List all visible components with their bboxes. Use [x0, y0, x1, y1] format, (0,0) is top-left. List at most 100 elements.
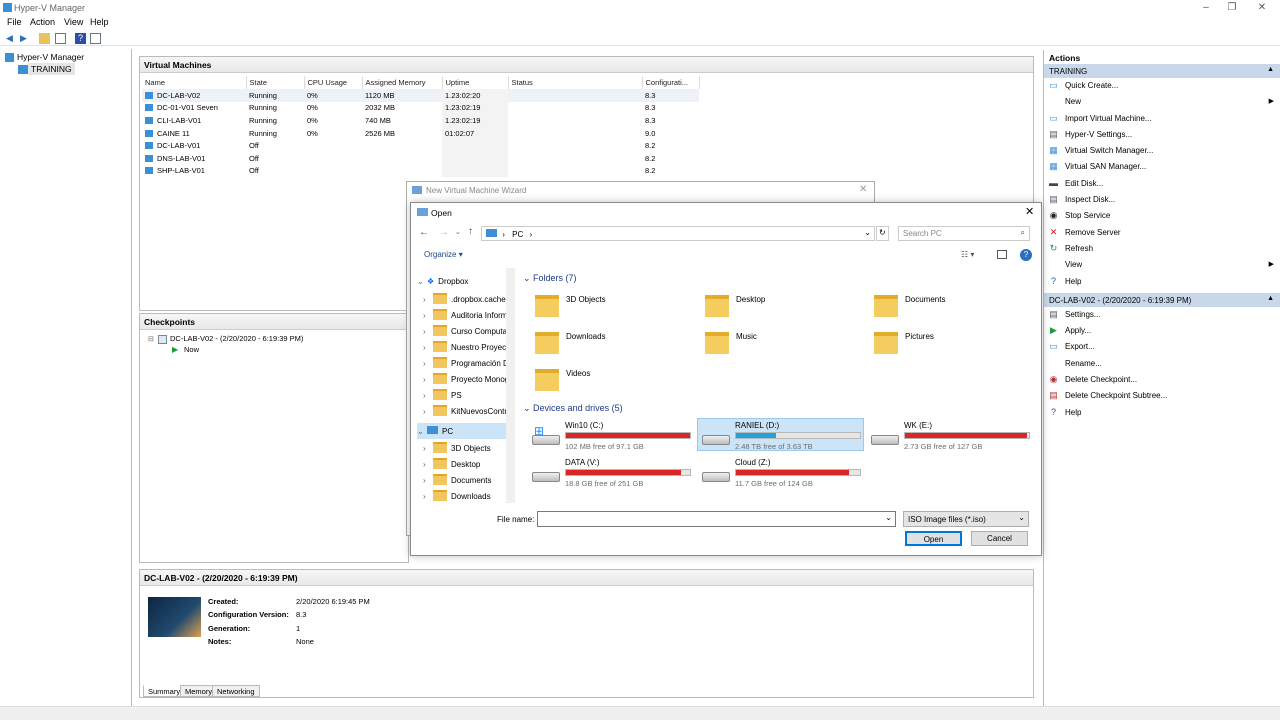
nav-root-item[interactable]: ⌄ PC — [417, 423, 507, 439]
checkpoint-now[interactable]: Now — [184, 345, 199, 354]
nav-item[interactable]: › Desktop — [423, 455, 515, 471]
close-icon[interactable]: ✕ — [1256, 2, 1268, 14]
action-item[interactable]: Rename... — [1044, 356, 1280, 372]
action-item[interactable]: ▤ Inspect Disk... — [1044, 192, 1280, 208]
recent-dropdown-icon[interactable]: ⌄ — [455, 228, 461, 236]
folder-item[interactable]: 3D Objects — [535, 292, 675, 322]
folder-item[interactable]: Pictures — [874, 329, 1014, 359]
nav-item[interactable]: › KitNuevosContri — [423, 402, 515, 418]
address-dropdown-icon[interactable]: ⌄ — [864, 228, 871, 237]
back-arrow-icon[interactable]: ← — [419, 227, 429, 238]
menu-view[interactable]: View — [64, 17, 83, 27]
chevron-right-icon[interactable]: › — [423, 295, 433, 304]
tree-root[interactable]: Hyper-V Manager — [17, 52, 84, 62]
collapse-arrow-icon[interactable]: ▲ — [1267, 295, 1274, 302]
column-header[interactable]: Configurati... — [642, 76, 700, 89]
menu-file[interactable]: File — [7, 17, 22, 27]
up-arrow-icon[interactable]: ↑ — [468, 226, 473, 237]
action-item[interactable]: ◉ Stop Service — [1044, 208, 1280, 224]
action-item[interactable]: ▭ Quick Create... — [1044, 78, 1280, 94]
drive-item[interactable]: ⊞ Win10 (C:) 102 MB free of 97.1 GB — [531, 421, 696, 453]
dialog-close-icon[interactable]: ✕ — [1025, 205, 1034, 218]
nav-item[interactable]: › Proyecto Monog — [423, 370, 515, 386]
nav-item[interactable]: › Auditoria Inform — [423, 306, 515, 322]
chevron-right-icon[interactable]: › — [423, 359, 433, 368]
drive-item[interactable]: Cloud (Z:) 11.7 GB free of 124 GB — [701, 458, 866, 490]
action-item[interactable]: ▤ Hyper-V Settings... — [1044, 127, 1280, 143]
collapse-arrow-icon[interactable]: ▲ — [1267, 66, 1274, 73]
table-row[interactable]: CAINE 11 Running 0% 2526 MB 01:02:07 9.0 — [142, 126, 699, 140]
folder-item[interactable]: Documents — [874, 292, 1014, 322]
column-header[interactable]: State — [246, 76, 305, 89]
nav-item[interactable]: › Documents — [423, 471, 515, 487]
refresh-icon[interactable]: ↻ — [876, 226, 889, 241]
file-name-input[interactable]: ⌄ — [537, 511, 896, 527]
action-item[interactable]: New ▶ — [1044, 94, 1280, 110]
vm-thumbnail[interactable] — [148, 597, 201, 637]
address-bar[interactable]: › PC › ⌄ — [481, 226, 875, 241]
chevron-right-icon[interactable]: › — [423, 407, 433, 416]
minimize-icon[interactable]: – — [1200, 2, 1212, 14]
folder-item[interactable]: Downloads — [535, 329, 675, 359]
menu-action[interactable]: Action — [30, 17, 55, 27]
chevron-right-icon[interactable]: › — [423, 492, 433, 501]
help-icon[interactable]: ? — [75, 33, 86, 44]
expand-icon[interactable]: ⌄ — [417, 427, 427, 436]
table-row[interactable]: DC-LAB-V02 Running 0% 1120 MB 1.23:02:20 8.3 — [142, 89, 699, 102]
table-row[interactable]: DNS-LAB-V01 Off 8.2 — [142, 151, 699, 165]
chevron-right-icon[interactable]: › — [423, 327, 433, 336]
action-item[interactable]: ? Help — [1044, 274, 1280, 290]
chevron-right-icon[interactable]: › — [423, 375, 433, 384]
drive-item[interactable]: DATA (V:) 18.8 GB free of 251 GB — [531, 458, 696, 490]
folder-item[interactable]: Videos — [535, 366, 675, 396]
nav-scrollbar[interactable] — [506, 268, 515, 503]
action-item[interactable]: ◉ Delete Checkpoint... — [1044, 372, 1280, 388]
nav-item[interactable]: › PS — [423, 386, 515, 402]
preview-pane-icon[interactable] — [997, 250, 1007, 259]
tab-summary[interactable]: Summary — [143, 685, 186, 697]
open-button[interactable]: Open — [905, 531, 962, 546]
nav-item[interactable]: › 3D Objects — [423, 439, 515, 455]
view-options-icon[interactable]: ☷ ▾ — [961, 250, 974, 259]
forward-arrow-icon[interactable]: → — [439, 227, 449, 238]
actions-section-checkpoint[interactable]: DC-LAB-V02 - (2/20/2020 - 6:19:39 PM) ▲ — [1044, 292, 1280, 307]
collapse-icon[interactable]: ⊟ — [148, 335, 154, 343]
column-header[interactable]: CPU Usage — [304, 76, 363, 89]
action-item[interactable]: ? Help — [1044, 405, 1280, 421]
nav-item[interactable]: › Programación D — [423, 354, 515, 370]
file-name-dropdown-icon[interactable]: ⌄ — [885, 513, 892, 522]
column-header[interactable]: Assigned Memory — [362, 76, 443, 89]
help-icon[interactable]: ? — [1020, 249, 1032, 261]
action-item[interactable]: ▬ Edit Disk... — [1044, 176, 1280, 192]
nav-item[interactable]: › Downloads — [423, 487, 515, 503]
column-header[interactable]: Uptime — [442, 76, 509, 89]
nav-root-item[interactable]: ⌄ ❖ Dropbox — [417, 274, 513, 290]
tree-server[interactable]: TRAINING — [28, 63, 75, 75]
action-item[interactable]: ✕ Remove Server — [1044, 225, 1280, 241]
action-item[interactable]: ↻ Refresh — [1044, 241, 1280, 257]
folder-item[interactable]: Desktop — [705, 292, 845, 322]
chevron-right-icon[interactable]: › — [423, 444, 433, 453]
action-item[interactable]: ▶ Apply... — [1044, 323, 1280, 339]
action-item[interactable]: ▤ Settings... — [1044, 307, 1280, 323]
back-icon[interactable]: ◀ — [4, 33, 15, 44]
maximize-icon[interactable]: ❐ — [1226, 2, 1238, 14]
action-item[interactable]: ▤ Delete Checkpoint Subtree... — [1044, 388, 1280, 404]
drives-header[interactable]: ⌄ Devices and drives (5) — [523, 403, 623, 414]
organize-button[interactable]: Organize ▾ — [424, 250, 463, 259]
search-input[interactable]: Search PC ⌕ — [898, 226, 1030, 241]
drive-item[interactable]: WK (E:) 2.73 GB free of 127 GB — [870, 421, 1035, 453]
chevron-right-icon[interactable]: › — [423, 311, 433, 320]
table-row[interactable]: DC-01-V01 Seven Running 0% 2032 MB 1.23:02:1… — [142, 101, 699, 115]
drive-item[interactable]: RANIEL (D:) 2.48 TB free of 3.63 TB — [701, 421, 866, 453]
column-header[interactable]: Name — [142, 76, 247, 89]
wizard-close-icon[interactable]: ✕ — [859, 184, 867, 195]
chevron-right-icon[interactable]: › — [423, 343, 433, 352]
tab-networking[interactable]: Networking — [212, 685, 260, 697]
folder-item[interactable]: Music — [705, 329, 845, 359]
action-item[interactable]: ▦ Virtual Switch Manager... — [1044, 143, 1280, 159]
action-item[interactable]: ▭ Export... — [1044, 339, 1280, 355]
folders-header[interactable]: ⌄ Folders (7) — [523, 273, 577, 284]
folder-up-icon[interactable] — [39, 33, 50, 44]
menu-help[interactable]: Help — [90, 17, 109, 27]
